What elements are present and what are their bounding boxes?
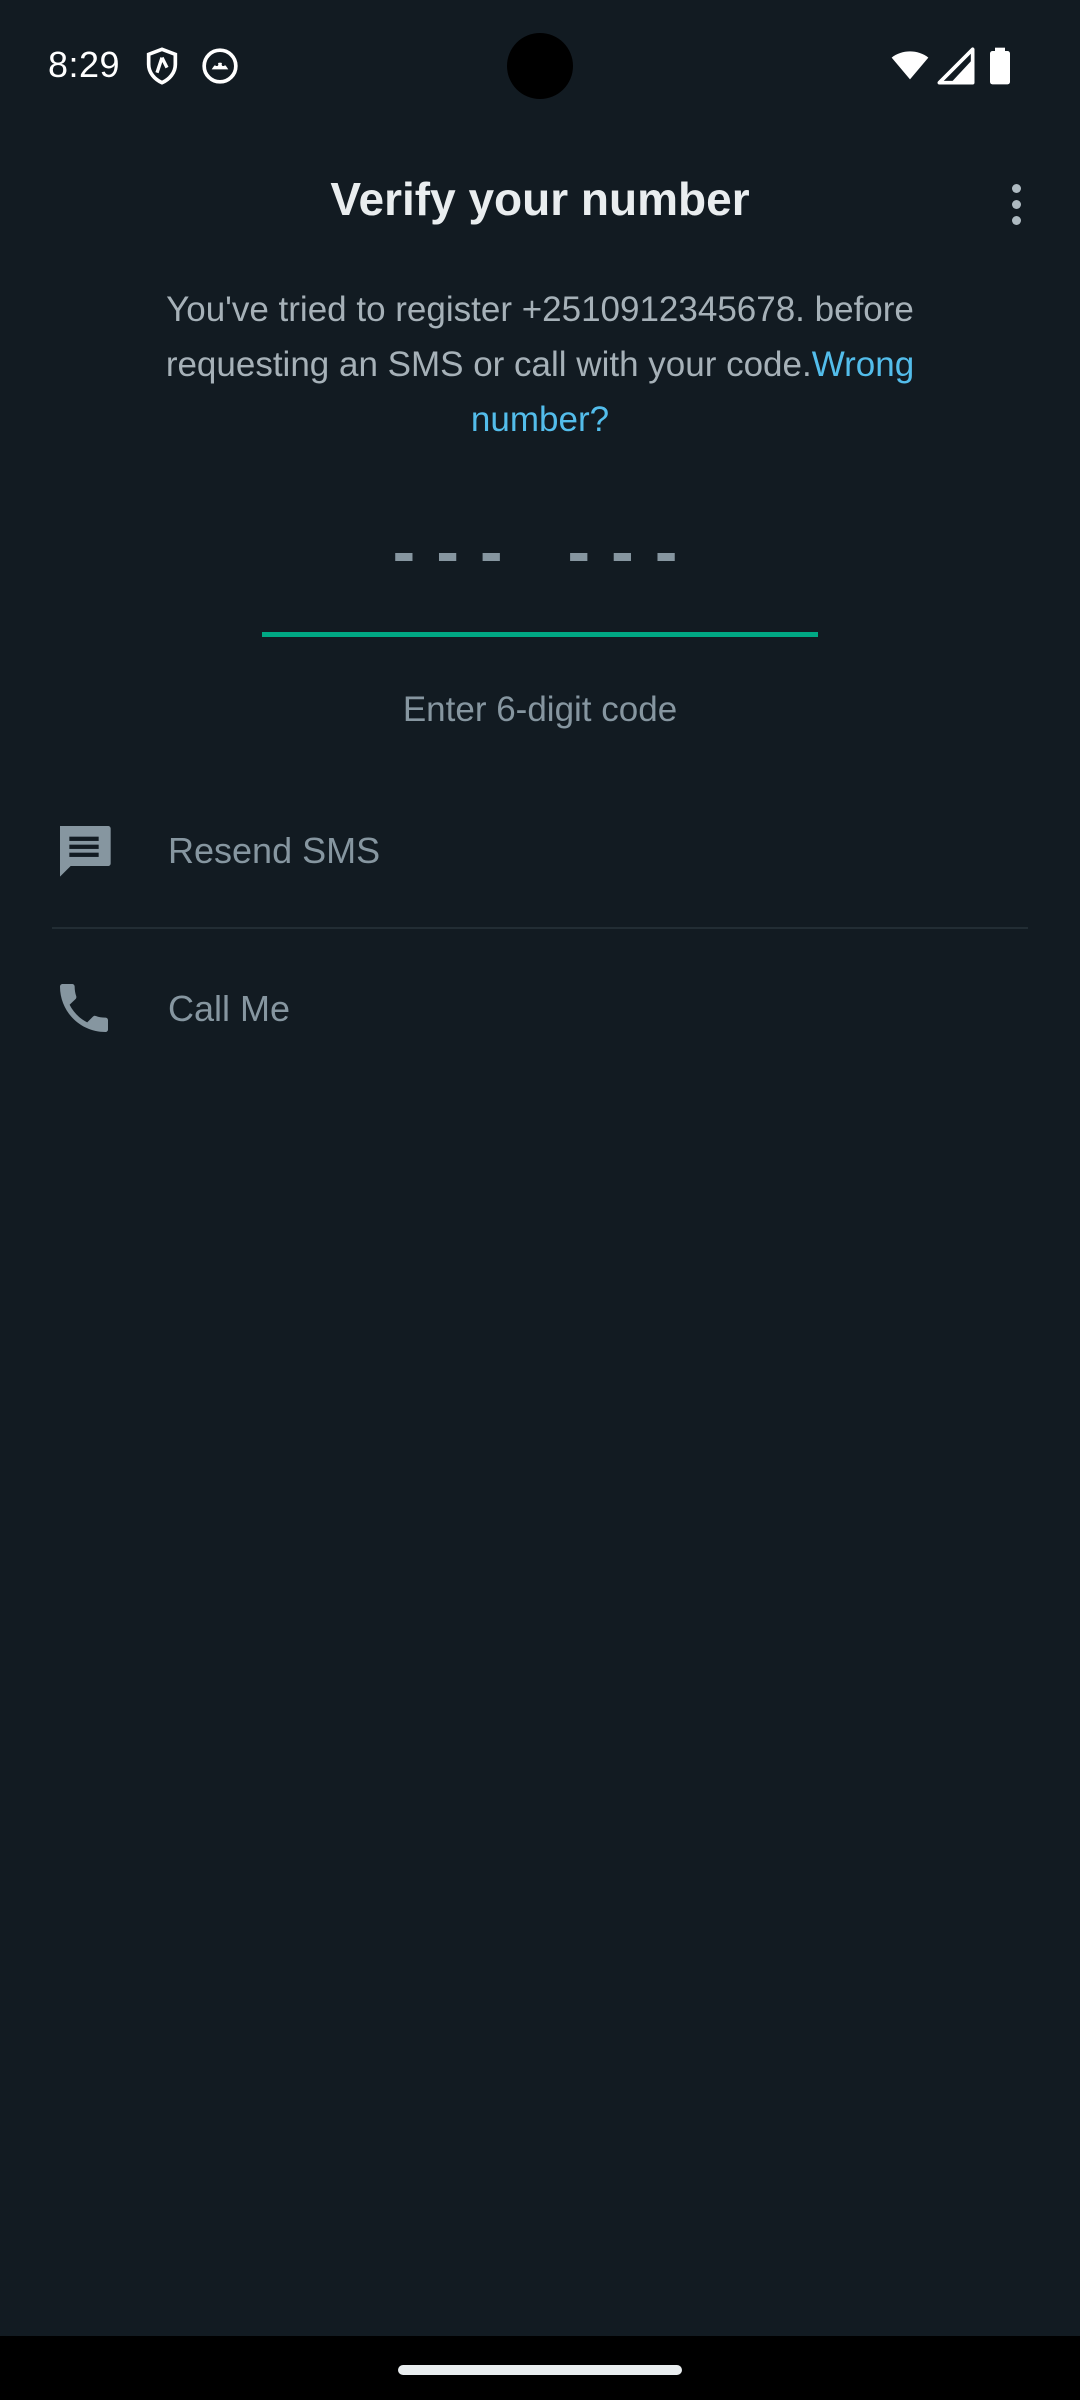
more-vert-icon-dot [1011,215,1021,225]
home-gesture-handle[interactable] [398,2365,682,2375]
status-time: 8:29 [48,44,121,85]
options-divider [52,927,1028,929]
status-bar: 8:29 [0,0,1080,136]
wifi-icon [891,51,929,80]
battery-icon [990,47,1010,85]
message-icon [60,826,111,877]
verification-description: You've tried to register +2510912345678.… [120,282,960,447]
resend-sms-label: Resend SMS [168,830,381,871]
more-vert-icon-dot [1011,199,1021,209]
code-placeholder: --- --- [386,522,693,587]
code-input[interactable]: --- --- [262,522,818,638]
more-vert-icon [1011,183,1021,193]
call-me-label: Call Me [168,988,291,1029]
phone-icon [60,984,108,1032]
resend-sms-button[interactable]: Resend SMS [0,790,1080,910]
call-me-button[interactable]: Call Me [0,948,1080,1068]
code-input-underline [262,632,818,637]
page-title: Verify your number [330,173,750,225]
description-text: You've tried to register +2510912345678.… [165,290,914,384]
cellular-signal-icon [937,47,975,85]
navigation-bar [0,2336,1080,2400]
camera-cutout [507,33,573,99]
vpn-shield-icon [146,47,178,85]
code-hint: Enter 6-digit code [402,690,678,729]
more-options-button[interactable] [996,176,1036,232]
app-notification-icon [202,48,238,84]
